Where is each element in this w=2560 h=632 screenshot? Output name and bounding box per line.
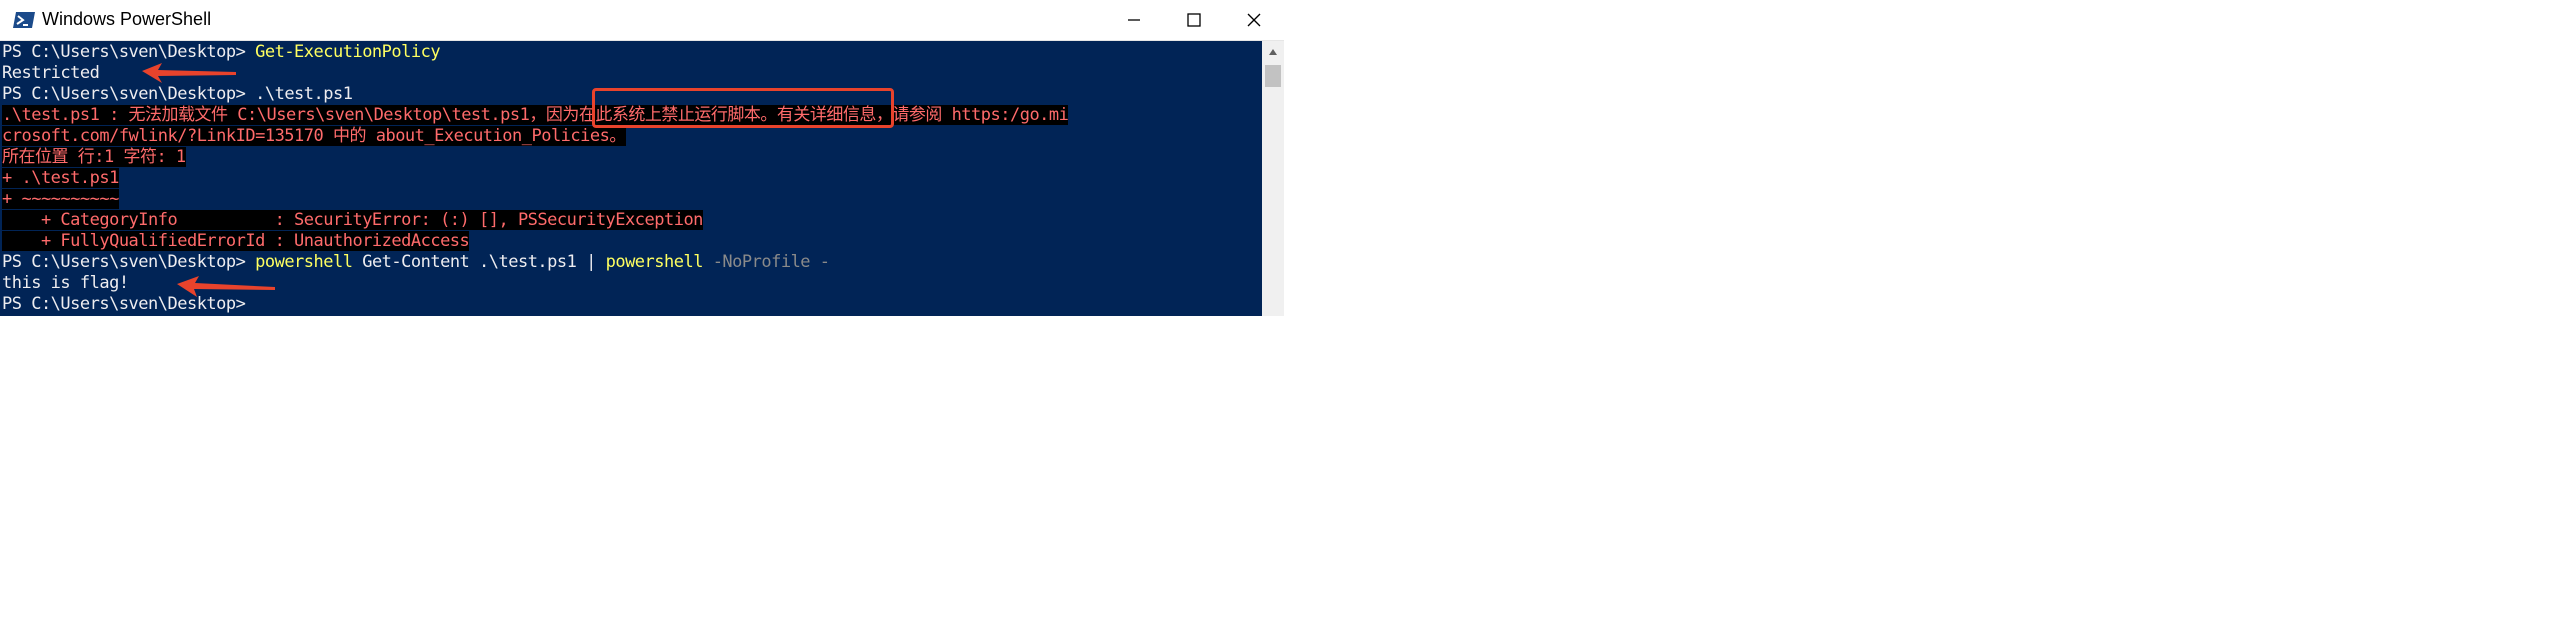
error-text: + ~~~~~~~~~~	[2, 189, 119, 209]
powershell-window: Windows PowerShell PS C:\Users\sven\Desk…	[0, 0, 1284, 316]
minimize-button[interactable]	[1104, 0, 1164, 40]
command-params: -NoProfile -	[702, 252, 830, 272]
command-args: Get-Content .\test.ps1	[352, 252, 587, 272]
error-text: + FullyQualifiedErrorId : UnauthorizedAc…	[2, 231, 470, 251]
scrollbar-thumb[interactable]	[1265, 65, 1281, 87]
window-title: Windows PowerShell	[42, 9, 212, 29]
vertical-scrollbar[interactable]	[1262, 41, 1284, 316]
scroll-up-button[interactable]	[1262, 41, 1284, 63]
annotation-arrow-icon	[142, 63, 236, 83]
console-line: PS C:\Users\sven\Desktop> .\test.ps1	[2, 84, 1068, 105]
annotation-arrow-icon	[177, 276, 275, 297]
console-line: PS C:\Users\sven\Desktop>	[2, 294, 1068, 315]
prompt: PS C:\Users\sven\Desktop>	[2, 252, 256, 272]
output-text: this is flag!	[2, 273, 129, 293]
error-line: .\test.ps1 : 无法加载文件 C:\Users\sven\Deskto…	[2, 105, 1069, 126]
command: powershell	[595, 252, 704, 272]
error-text: 所在位置 行:1 字符: 1	[2, 147, 186, 167]
command: Get-ExecutionPolicy	[255, 42, 441, 62]
prompt: PS C:\Users\sven\Desktop>	[2, 42, 256, 62]
maximize-button[interactable]	[1164, 0, 1224, 40]
error-text: .\test.ps1 : 无法加载文件 C:\Users\sven\Deskto…	[2, 105, 1069, 125]
error-text: + CategoryInfo : SecurityError: (:) [], …	[2, 210, 703, 230]
error-line: crosoft.com/fwlink/?LinkID=135170 中的 abo…	[2, 126, 1068, 147]
annotation-highlight-box	[592, 88, 894, 128]
error-text: + .\test.ps1	[2, 168, 119, 188]
error-line: 所在位置 行:1 字符: 1	[2, 147, 1068, 168]
close-icon	[1246, 12, 1262, 28]
command: powershell	[255, 252, 353, 272]
console-line: this is flag!	[2, 273, 1068, 294]
error-line: + CategoryInfo : SecurityError: (:) [], …	[2, 210, 1068, 231]
command: .\test.ps1	[255, 84, 353, 104]
minimize-icon	[1126, 12, 1142, 28]
title-bar[interactable]: Windows PowerShell	[0, 0, 1284, 41]
prompt: PS C:\Users\sven\Desktop>	[2, 84, 256, 104]
error-text: crosoft.com/fwlink/?LinkID=135170 中的 abo…	[2, 126, 626, 146]
error-line: + ~~~~~~~~~~	[2, 189, 1068, 210]
maximize-icon	[1186, 12, 1202, 28]
error-line: + .\test.ps1	[2, 168, 1068, 189]
console-line: PS C:\Users\sven\Desktop> powershell Get…	[2, 252, 1068, 273]
error-line: + FullyQualifiedErrorId : UnauthorizedAc…	[2, 231, 1068, 252]
pipe-operator: |	[586, 252, 596, 272]
output-text: Restricted	[2, 63, 100, 83]
console-line: PS C:\Users\sven\Desktop> Get-ExecutionP…	[2, 42, 1068, 63]
close-button[interactable]	[1224, 0, 1284, 40]
powershell-icon	[12, 10, 36, 30]
chevron-up-icon	[1268, 43, 1278, 61]
